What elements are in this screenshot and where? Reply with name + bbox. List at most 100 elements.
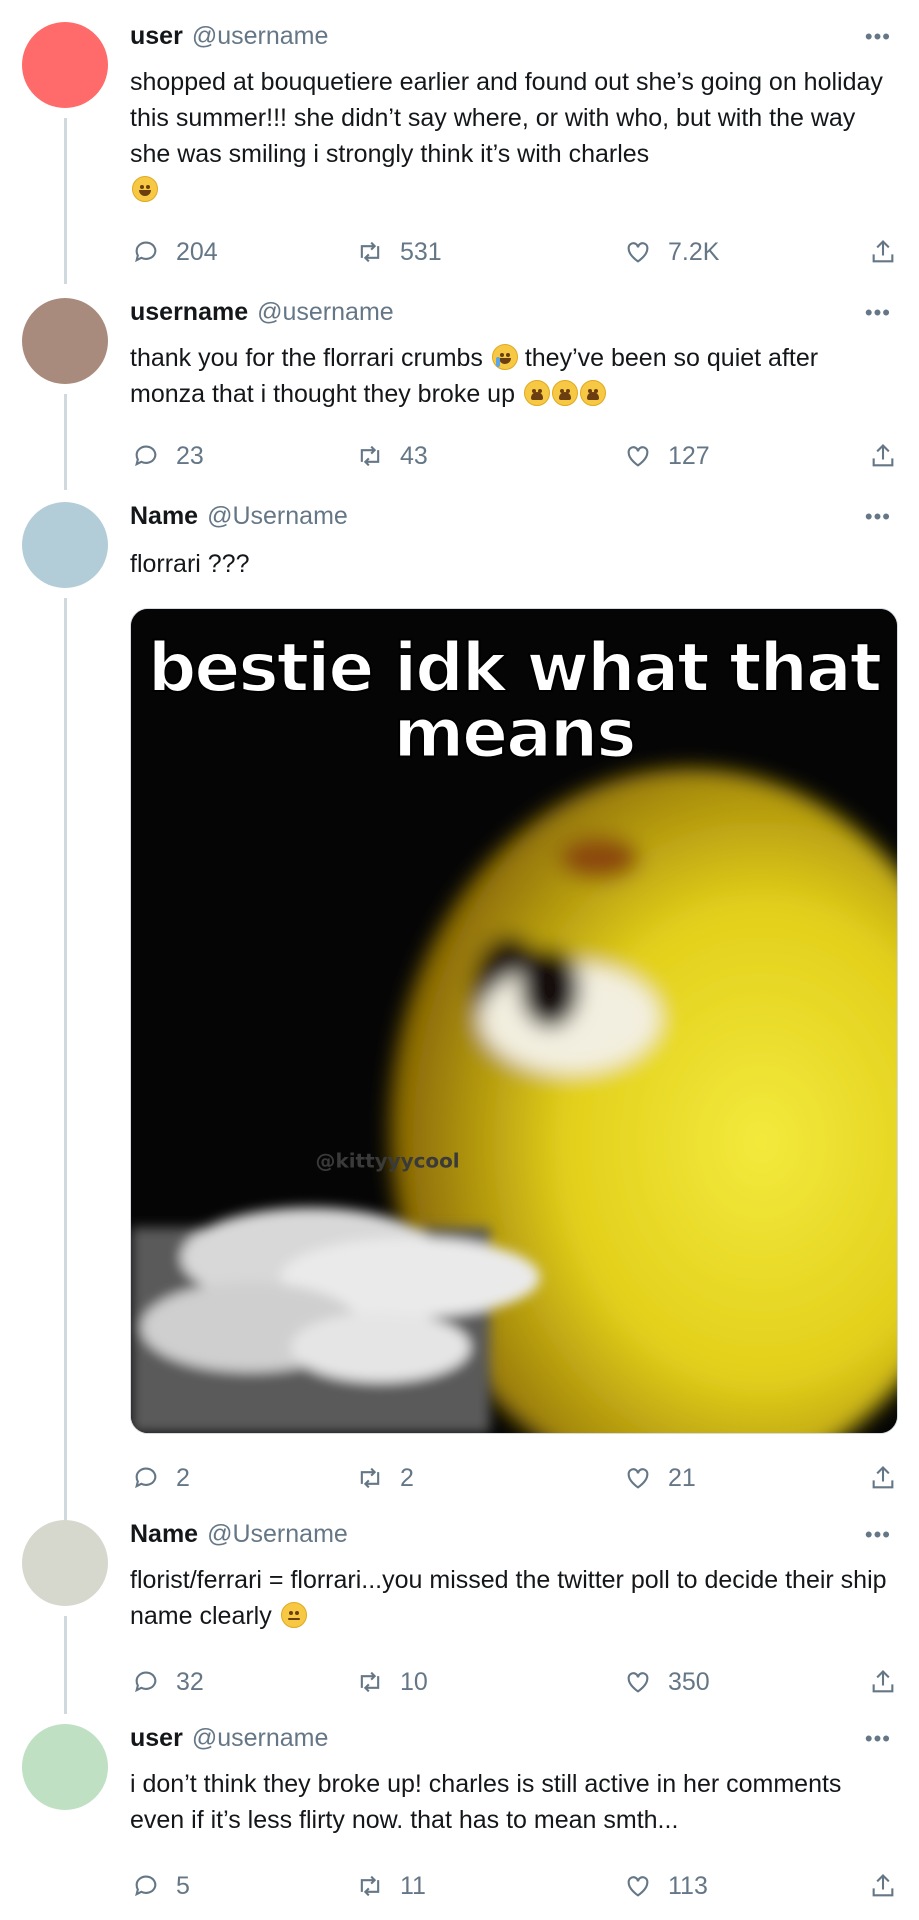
share-icon: [872, 1670, 894, 1693]
user-handle[interactable]: @username: [192, 1724, 329, 1753]
tweet-actions: 2 2 21: [130, 1458, 897, 1498]
reply-button[interactable]: 2: [132, 1464, 190, 1493]
like-button[interactable]: 113: [624, 1872, 708, 1901]
avatar[interactable]: [22, 298, 108, 384]
tweet-actions: 32 10 350: [130, 1662, 897, 1702]
tweet-text: florist/ferrari = florrari...you missed …: [130, 1566, 887, 1630]
reply-button[interactable]: 32: [132, 1668, 204, 1697]
like-button[interactable]: 350: [624, 1668, 710, 1697]
more-dots-icon[interactable]: •••: [865, 1728, 891, 1750]
retweet-button[interactable]: 531: [356, 238, 442, 267]
meme-caption-line2: means: [393, 694, 634, 773]
user-handle[interactable]: @Username: [207, 502, 348, 531]
tweet-actions: 5 11 113: [130, 1866, 897, 1906]
reply-count: 32: [176, 1667, 204, 1696]
heart-icon: [627, 242, 649, 263]
share-button[interactable]: [869, 442, 897, 470]
thread-connector: [64, 598, 67, 1524]
heart-icon: [627, 1672, 649, 1693]
more-dots-icon[interactable]: •••: [865, 26, 891, 48]
reply-count: 5: [176, 1871, 190, 1900]
tweet-4[interactable]: Name @Username ••• florist/ferrari = flo…: [0, 1498, 919, 1714]
user-handle[interactable]: @Username: [207, 1520, 348, 1549]
reply-button[interactable]: 204: [132, 238, 218, 267]
crying-face-icon: [491, 344, 518, 370]
reply-button[interactable]: 5: [132, 1872, 190, 1901]
reply-icon: [135, 445, 157, 467]
retweet-button[interactable]: 43: [356, 442, 428, 471]
retweet-count: 43: [400, 441, 428, 470]
tweet-3[interactable]: Name @Username ••• florrari ??? bestie i…: [0, 480, 919, 1524]
tweet-header: username @username: [130, 298, 897, 338]
reply-icon: [135, 1671, 157, 1693]
reply-icon: [135, 1875, 157, 1897]
user-handle[interactable]: @username: [257, 298, 394, 327]
tweet-1[interactable]: user @username ••• shopped at bouquetier…: [0, 0, 919, 284]
retweet-button[interactable]: 10: [356, 1668, 428, 1697]
display-name[interactable]: Name: [130, 502, 198, 531]
retweet-icon: [360, 445, 380, 467]
reply-count: 204: [176, 237, 218, 266]
avatar[interactable]: [22, 502, 108, 588]
share-icon: [872, 240, 894, 263]
retweet-icon: [360, 1671, 380, 1693]
tweet-thread: user @username ••• shopped at bouquetier…: [0, 0, 919, 1920]
retweet-count: 10: [400, 1667, 428, 1696]
unamused-face-icon: [280, 1602, 307, 1628]
share-button[interactable]: [869, 1668, 897, 1696]
tweet-text: shopped at bouquetiere earlier and found…: [130, 64, 897, 208]
retweet-button[interactable]: 2: [356, 1464, 414, 1493]
display-name[interactable]: user: [130, 22, 183, 51]
tweet-header: Name @Username: [130, 502, 897, 542]
like-count: 127: [668, 441, 710, 470]
like-count: 350: [668, 1667, 710, 1696]
tweet-actions: 204 531 7.2K: [130, 232, 897, 272]
weary-face-icon: [523, 380, 550, 406]
thread-connector: [64, 1616, 67, 1714]
reply-count: 2: [176, 1463, 190, 1492]
like-count: 21: [668, 1463, 696, 1492]
tweet-actions: 23 43 127: [130, 436, 897, 476]
reply-icon: [135, 241, 157, 263]
display-name[interactable]: Name: [130, 1520, 198, 1549]
retweet-button[interactable]: 11: [356, 1872, 426, 1901]
grin-icon: [132, 176, 158, 202]
tweet-header: Name @Username: [130, 1520, 897, 1560]
like-count: 113: [668, 1871, 708, 1900]
reply-button[interactable]: 23: [132, 442, 204, 471]
avatar[interactable]: [22, 1724, 108, 1810]
user-handle[interactable]: @username: [192, 22, 329, 51]
more-dots-icon[interactable]: •••: [865, 1524, 891, 1546]
retweet-count: 531: [400, 237, 442, 266]
like-button[interactable]: 21: [624, 1464, 696, 1493]
share-button[interactable]: [869, 238, 897, 266]
retweet-icon: [360, 241, 380, 263]
tweet-text: florrari ???: [130, 550, 250, 578]
more-dots-icon[interactable]: •••: [865, 302, 891, 324]
avatar[interactable]: [22, 22, 108, 108]
share-button[interactable]: [869, 1872, 897, 1900]
retweet-icon: [360, 1875, 380, 1897]
avatar[interactable]: [22, 1520, 108, 1606]
display-name[interactable]: user: [130, 1724, 183, 1753]
share-button[interactable]: [869, 1464, 897, 1492]
tweet-header: user @username: [130, 22, 897, 62]
tweet-header: user @username: [130, 1724, 897, 1764]
like-count: 7.2K: [668, 237, 720, 266]
meme-image-art: bestie idk what that means @kittyyycool: [131, 609, 897, 1433]
tweet-5[interactable]: user @username ••• i don’t think they br…: [0, 1702, 919, 1920]
tweet-text: i don’t think they broke up! charles is …: [130, 1770, 842, 1834]
meme-image[interactable]: bestie idk what that means @kittyyycool: [130, 608, 898, 1434]
display-name[interactable]: username: [130, 298, 248, 327]
heart-icon: [627, 1468, 649, 1489]
retweet-icon: [360, 1467, 380, 1489]
share-icon: [872, 1874, 894, 1897]
like-button[interactable]: 7.2K: [624, 238, 719, 267]
weary-face-icon: [551, 380, 578, 406]
like-button[interactable]: 127: [624, 442, 710, 471]
more-dots-icon[interactable]: •••: [865, 506, 891, 528]
meme-watermark: @kittyyycool: [316, 1149, 460, 1173]
thread-connector: [64, 394, 67, 490]
retweet-count: 11: [400, 1871, 426, 1900]
tweet-2[interactable]: username @username ••• thank you for the…: [0, 276, 919, 490]
